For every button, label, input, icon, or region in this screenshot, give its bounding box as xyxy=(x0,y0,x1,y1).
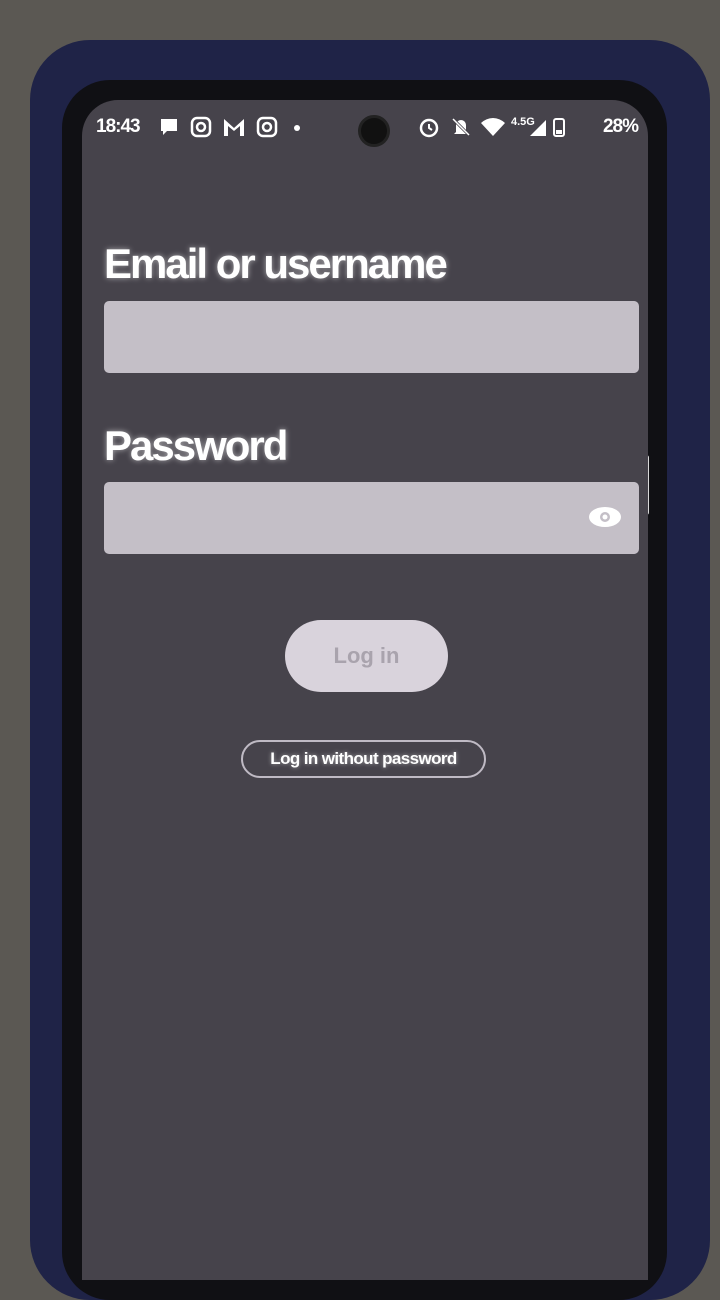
email-field[interactable] xyxy=(104,301,639,373)
login-button[interactable]: Log in xyxy=(285,620,448,692)
status-bar: 18:43 4.5G 28% xyxy=(82,100,648,160)
battery-icon xyxy=(553,118,565,137)
password-label: Password xyxy=(104,422,288,469)
chat-icon xyxy=(161,119,177,135)
system-icons: 4.5G 28% xyxy=(418,116,639,140)
battery-percentage: 28% xyxy=(602,116,639,137)
wifi-icon xyxy=(481,118,505,136)
email-label: Email or username xyxy=(104,240,448,287)
front-camera xyxy=(358,115,390,147)
signal-icon xyxy=(530,120,546,136)
app-screen: 18:43 4.5G 28% Email or username Passwor… xyxy=(82,100,648,1280)
alarm-icon xyxy=(419,118,439,138)
instagram-icon xyxy=(190,116,212,138)
instagram-icon xyxy=(256,116,278,138)
gmail-icon xyxy=(224,119,244,136)
mute-icon xyxy=(451,117,471,137)
dot-icon xyxy=(294,125,300,131)
eye-icon[interactable] xyxy=(587,504,623,530)
status-time: 18:43 xyxy=(96,116,141,137)
password-field[interactable] xyxy=(104,482,639,554)
login-without-password-button[interactable]: Log in without password xyxy=(241,740,486,778)
